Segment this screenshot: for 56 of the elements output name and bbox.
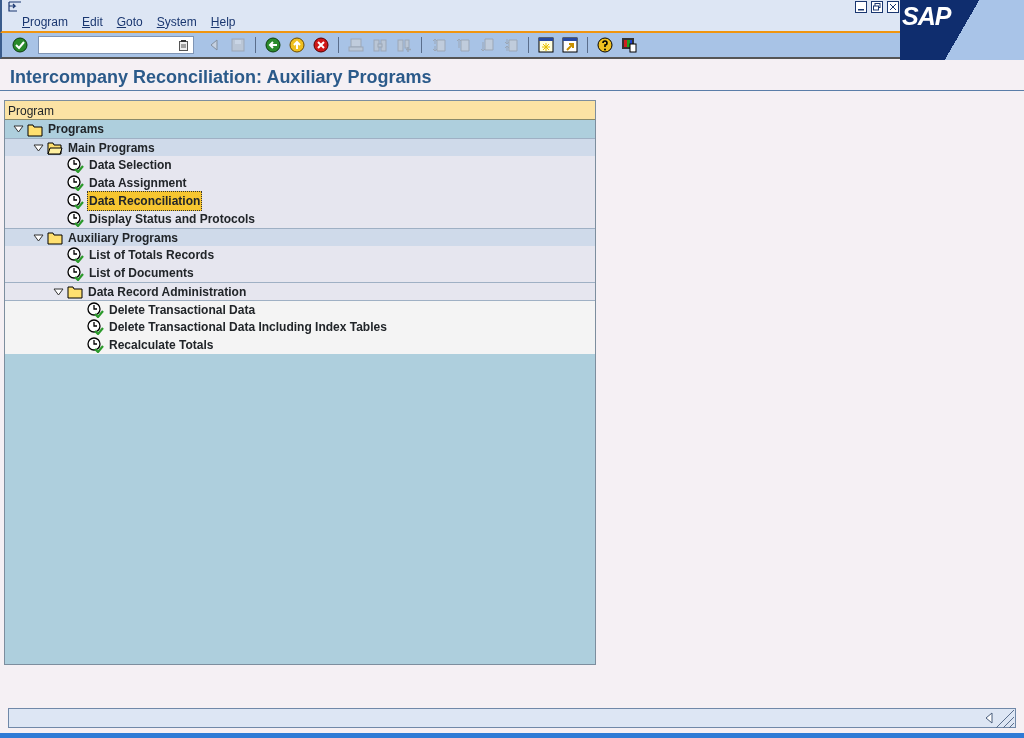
new-window-icon bbox=[538, 37, 554, 53]
binoculars-plus-icon bbox=[396, 37, 412, 53]
column-header: Program bbox=[5, 101, 595, 120]
monitor-button[interactable] bbox=[619, 35, 639, 55]
expander-icon[interactable] bbox=[12, 125, 24, 133]
tree-folder[interactable]: Programs bbox=[46, 119, 107, 139]
menu-icon[interactable] bbox=[8, 1, 22, 12]
clock-check-icon bbox=[67, 157, 84, 173]
expander-icon[interactable] bbox=[32, 233, 44, 242]
clock-check-icon bbox=[67, 193, 84, 209]
minimize-icon[interactable] bbox=[855, 1, 867, 13]
resize-grip-icon[interactable] bbox=[995, 709, 1015, 729]
clock-check-icon bbox=[67, 265, 84, 281]
back-button[interactable] bbox=[263, 35, 283, 55]
first-page-icon bbox=[431, 37, 447, 53]
logo: SAP bbox=[902, 1, 951, 32]
next-page-icon bbox=[479, 37, 495, 53]
exit-button[interactable] bbox=[287, 35, 307, 55]
shortcut-button[interactable] bbox=[560, 35, 580, 55]
tree-leaf[interactable]: Data Reconciliation bbox=[87, 191, 203, 211]
enter-button[interactable] bbox=[10, 35, 30, 55]
help-icon bbox=[597, 37, 613, 53]
menu-item[interactable]: Edit bbox=[82, 13, 103, 31]
enter-icon bbox=[12, 37, 28, 53]
dropdown-icon[interactable] bbox=[179, 40, 188, 51]
help-button[interactable] bbox=[595, 35, 615, 55]
expand-arrow-icon[interactable] bbox=[985, 712, 993, 724]
restore-icon[interactable] bbox=[871, 1, 883, 13]
save-icon bbox=[230, 37, 246, 53]
cancel-icon bbox=[313, 37, 329, 53]
previous-page-icon bbox=[455, 37, 471, 53]
exit-icon bbox=[289, 37, 305, 53]
clock-check-icon bbox=[67, 175, 84, 191]
expander-icon[interactable] bbox=[32, 143, 44, 152]
close-icon[interactable] bbox=[887, 1, 899, 13]
tree-leaf[interactable]: Data Selection bbox=[87, 155, 174, 175]
tree-folder[interactable]: Main Programs bbox=[66, 137, 157, 158]
print-icon bbox=[348, 37, 364, 53]
menu-item[interactable]: Program bbox=[22, 13, 69, 31]
new-window-button[interactable] bbox=[536, 35, 556, 55]
cancel-button[interactable] bbox=[311, 35, 331, 55]
clock-check-icon bbox=[67, 211, 84, 227]
expander-icon[interactable] bbox=[52, 287, 64, 296]
command-field[interactable] bbox=[38, 36, 194, 54]
clock-check-icon bbox=[67, 247, 84, 263]
tree-leaf[interactable]: Data Assignment bbox=[87, 173, 189, 193]
monitor-icon bbox=[621, 37, 637, 53]
menu-item[interactable]: Goto bbox=[116, 13, 143, 31]
menu-item[interactable]: Help bbox=[210, 13, 236, 31]
menu-item[interactable]: System bbox=[156, 13, 197, 31]
open-folder-icon bbox=[47, 140, 63, 155]
page-title: Intercompany Reconciliation: Auxiliary Programs bbox=[0, 59, 1024, 91]
shortcut-icon bbox=[562, 37, 578, 53]
back-icon bbox=[265, 37, 281, 53]
binoculars-icon bbox=[372, 37, 388, 53]
last-page-icon bbox=[503, 37, 519, 53]
